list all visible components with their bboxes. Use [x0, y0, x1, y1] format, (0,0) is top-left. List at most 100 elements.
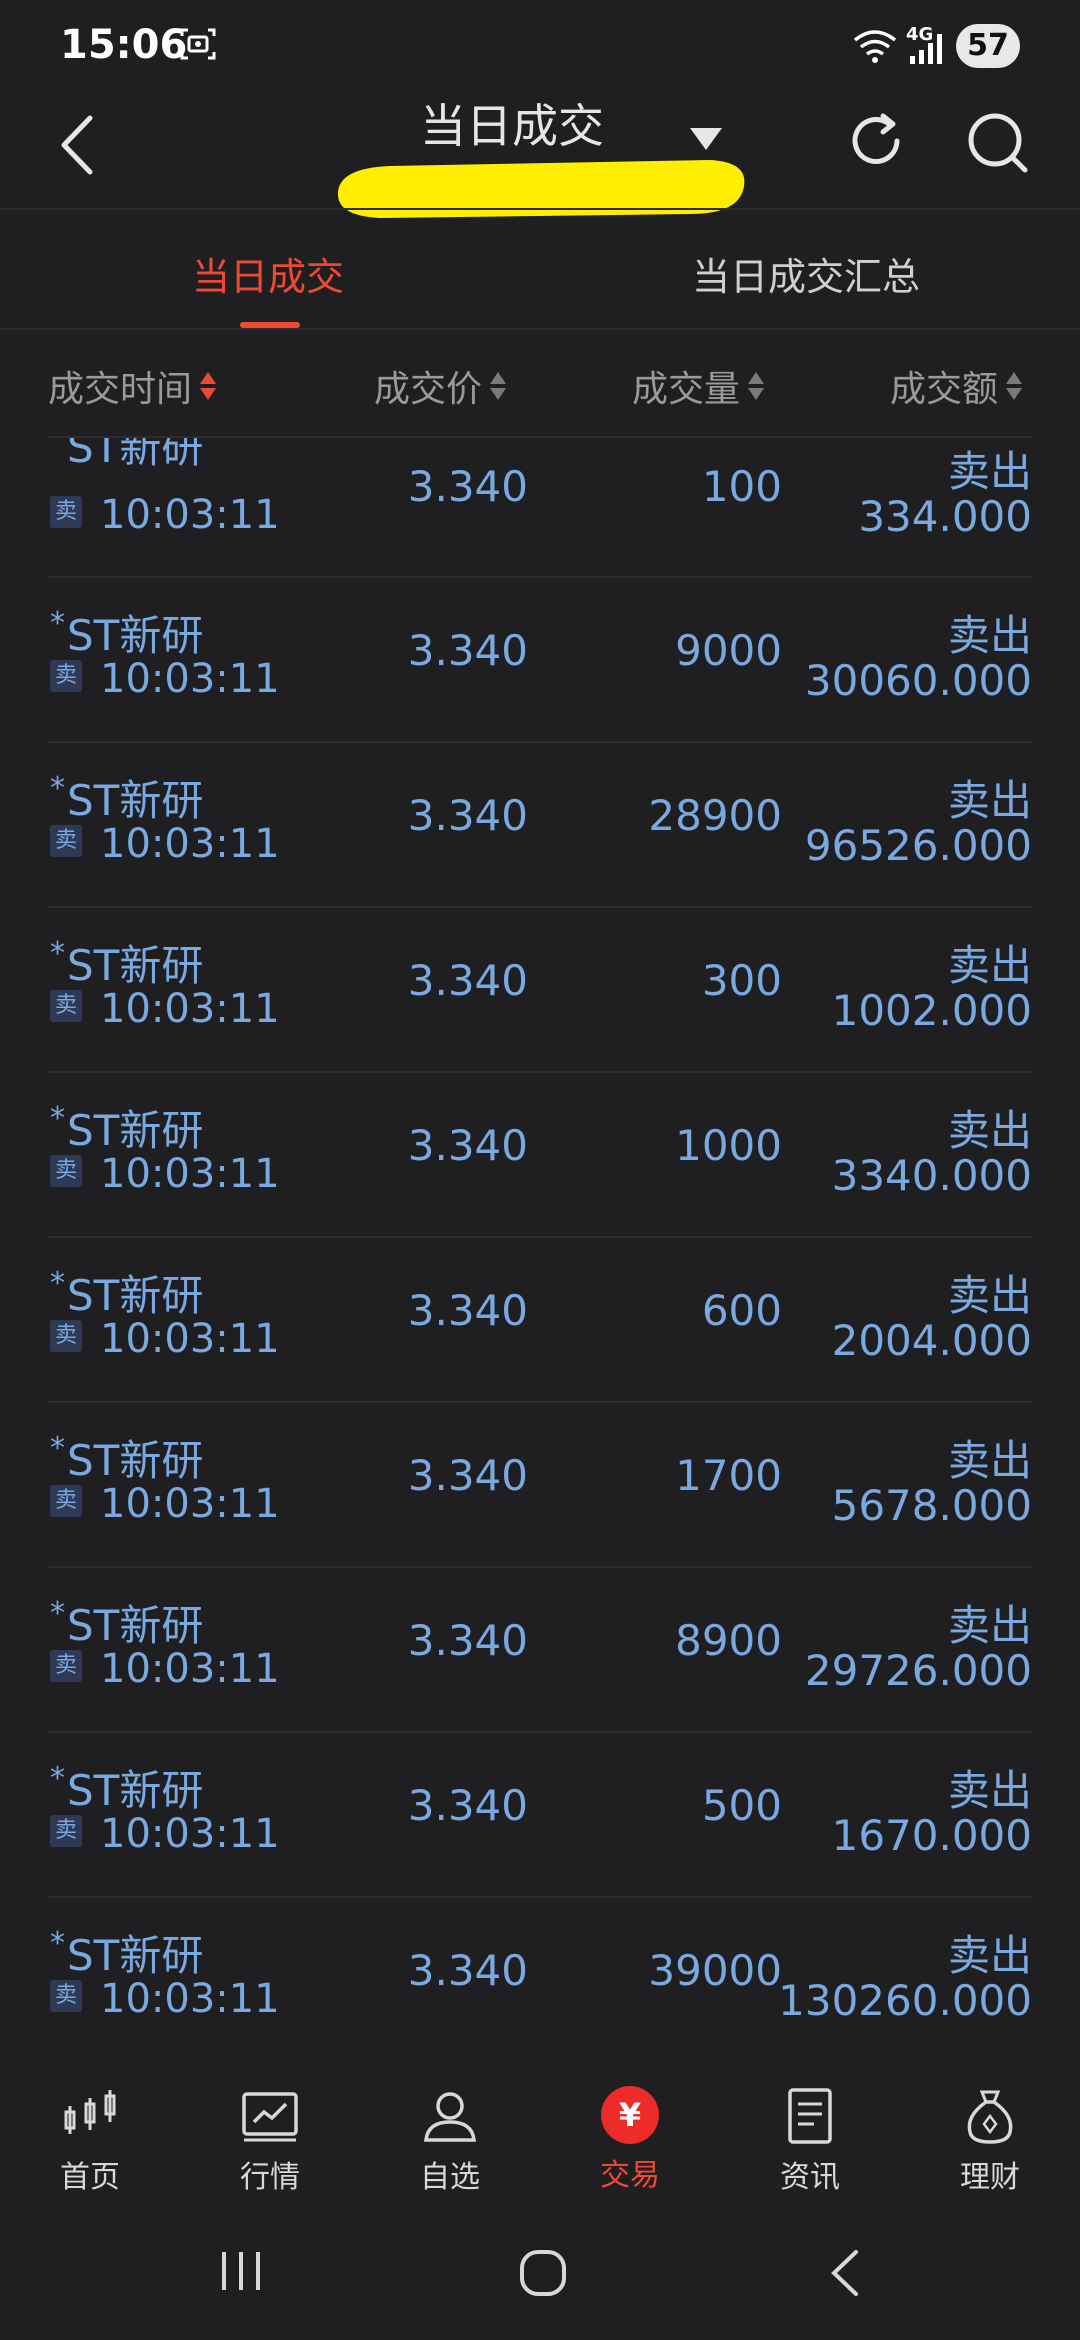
- sell-badge: 卖: [50, 496, 82, 528]
- table-row[interactable]: *ST新研卖 10:03:11 3.340 8900 卖出 29726.000: [48, 1568, 1032, 1733]
- nav-news[interactable]: 资讯: [740, 2086, 880, 2196]
- sell-badge: 卖: [50, 1980, 82, 2012]
- chevron-down-icon[interactable]: [690, 128, 722, 150]
- stock-name: *ST新研: [50, 1262, 203, 1323]
- stock-name: *ST新研: [50, 1757, 203, 1818]
- trade-price: 3.340: [407, 956, 528, 1005]
- trade-side: 卖出: [947, 941, 1032, 990]
- trade-list[interactable]: *ST新研卖10:03:113.340100卖出334.000*ST新研卖10:…: [0, 438, 1080, 2060]
- trade-amount: 5678.000: [831, 1481, 1032, 1530]
- trade-price: 3.340: [407, 1286, 528, 1335]
- trade-amount: 1002.000: [831, 986, 1032, 1035]
- battery-indicator: 57: [956, 24, 1020, 68]
- column-header-time[interactable]: 成交时间: [48, 360, 217, 412]
- trade-volume: 9000: [675, 626, 782, 675]
- back-icon[interactable]: [826, 2248, 866, 2298]
- column-header-price[interactable]: 成交价: [374, 360, 507, 412]
- star-icon: *: [50, 1926, 65, 1961]
- star-icon: *: [50, 1431, 65, 1466]
- trade-amount: 3340.000: [831, 1151, 1032, 1200]
- stock-name: *ST新研: [50, 1592, 203, 1653]
- stock-name-label: ST新研: [67, 1436, 204, 1485]
- trade-time: 10:03:11: [100, 1481, 280, 1527]
- table-row[interactable]: *ST新研卖 10:03:11 3.340 300 卖出 1002.000: [48, 908, 1032, 1073]
- wifi-icon: [853, 30, 897, 63]
- yuan-icon: ¥: [601, 2086, 659, 2144]
- stock-name: *ST新研: [50, 1097, 203, 1158]
- trade-side: 卖出: [947, 1931, 1032, 1980]
- search-icon[interactable]: [965, 110, 1031, 176]
- stock-name: *ST新研: [50, 1427, 203, 1488]
- trade-price: 3.340: [407, 1121, 528, 1170]
- nav-home[interactable]: 首页: [20, 2086, 160, 2196]
- money-bag-icon: [967, 2090, 1013, 2144]
- trade-price: 3.340: [407, 462, 528, 511]
- stock-name-label: ST新研: [67, 941, 204, 990]
- table-row[interactable]: *ST新研卖 10:03:11 3.340 1700 卖出 5678.000: [48, 1403, 1032, 1568]
- table-row[interactable]: *ST新研卖 10:03:11 3.340 28900 卖出 96526.000: [48, 743, 1032, 908]
- trade-price: 3.340: [407, 1616, 528, 1665]
- nav-wealth[interactable]: 理财: [920, 2086, 1060, 2196]
- table-row[interactable]: *ST新研卖 10:03:11 3.340 500 卖出 1670.000: [48, 1733, 1032, 1898]
- tab-bar: 当日成交 当日成交汇总: [0, 210, 1080, 328]
- nav-watchlist[interactable]: 自选: [380, 2086, 520, 2196]
- star-icon: *: [50, 771, 65, 806]
- trade-volume: 100: [701, 462, 782, 511]
- stock-name-label: ST新研: [67, 438, 204, 472]
- trade-volume: 28900: [648, 791, 782, 840]
- star-icon: *: [50, 1596, 65, 1631]
- trade-time: 10:03:11: [100, 1316, 280, 1362]
- nav-wealth-label: 理财: [960, 2160, 1020, 2195]
- trade-time: 10:03:11: [100, 986, 280, 1032]
- trade-time: 10:03:11: [100, 1646, 280, 1692]
- trade-side: 卖出: [947, 611, 1032, 660]
- nav-watchlist-label: 自选: [420, 2160, 480, 2195]
- trade-amount: 29726.000: [804, 1646, 1032, 1695]
- table-row[interactable]: *ST新研卖 10:03:11 3.340 600 卖出 2004.000: [48, 1238, 1032, 1403]
- stock-name: *ST新研: [50, 767, 203, 828]
- bottom-nav: 首页 行情 自选 ¥ 交易 资讯 理财: [0, 2060, 1080, 2210]
- stock-name: *ST新研: [50, 1922, 203, 1983]
- nav-market[interactable]: 行情: [200, 2086, 340, 2196]
- home-icon[interactable]: [518, 2248, 568, 2298]
- trade-time: 10:03:11: [100, 821, 280, 867]
- trade-time: 10:03:11: [100, 492, 280, 538]
- trade-volume: 300: [701, 956, 782, 1005]
- trade-side: 卖出: [947, 1436, 1032, 1485]
- star-icon: *: [50, 1761, 65, 1796]
- trade-price: 3.340: [407, 791, 528, 840]
- page-title[interactable]: 当日成交: [420, 90, 604, 156]
- table-row[interactable]: *ST新研卖 10:03:11 3.340 39000 卖出 130260.000: [48, 1898, 1032, 2060]
- back-button[interactable]: [50, 110, 110, 180]
- trade-side: 卖出: [947, 1766, 1032, 1815]
- tab-today-trades-summary[interactable]: 当日成交汇总: [692, 246, 920, 301]
- sort-icon: [200, 370, 217, 402]
- column-header-amount[interactable]: 成交额: [890, 360, 1023, 412]
- column-header-volume[interactable]: 成交量: [632, 360, 765, 412]
- trade-price: 3.340: [407, 1946, 528, 1995]
- trade-time: 10:03:11: [100, 1976, 280, 2022]
- trade-amount: 130260.000: [778, 1976, 1032, 2025]
- trade-time: 10:03:11: [100, 656, 280, 702]
- table-row[interactable]: *ST新研卖 10:03:11 3.340 100 卖出334.000: [48, 438, 1032, 578]
- trade-amount: 96526.000: [804, 821, 1032, 870]
- table-row[interactable]: *ST新研卖 10:03:11 3.340 1000 卖出 3340.000: [48, 1073, 1032, 1238]
- nav-trade-label: 交易: [600, 2158, 660, 2193]
- tab-today-trades[interactable]: 当日成交: [192, 246, 344, 301]
- stock-name: *ST新研: [50, 602, 203, 663]
- stock-name: *ST新研: [50, 932, 203, 993]
- status-bar: 15:06 4G 57: [0, 0, 1080, 90]
- recent-apps-icon[interactable]: [216, 2248, 266, 2294]
- stock-name-label: ST新研: [67, 1106, 204, 1155]
- screenshot-icon: [180, 28, 216, 60]
- star-icon: *: [50, 1101, 65, 1136]
- table-row[interactable]: *ST新研卖 10:03:11 3.340 9000 卖出 30060.000: [48, 578, 1032, 743]
- star-icon: *: [50, 438, 65, 453]
- sell-badge: 卖: [50, 660, 82, 692]
- refresh-icon[interactable]: [845, 110, 907, 172]
- nav-trade[interactable]: ¥ 交易: [560, 2086, 700, 2194]
- trade-volume: 39000: [648, 1946, 782, 1995]
- stock-name-label: ST新研: [67, 1271, 204, 1320]
- user-icon: [424, 2092, 476, 2142]
- sort-icon: [748, 370, 765, 402]
